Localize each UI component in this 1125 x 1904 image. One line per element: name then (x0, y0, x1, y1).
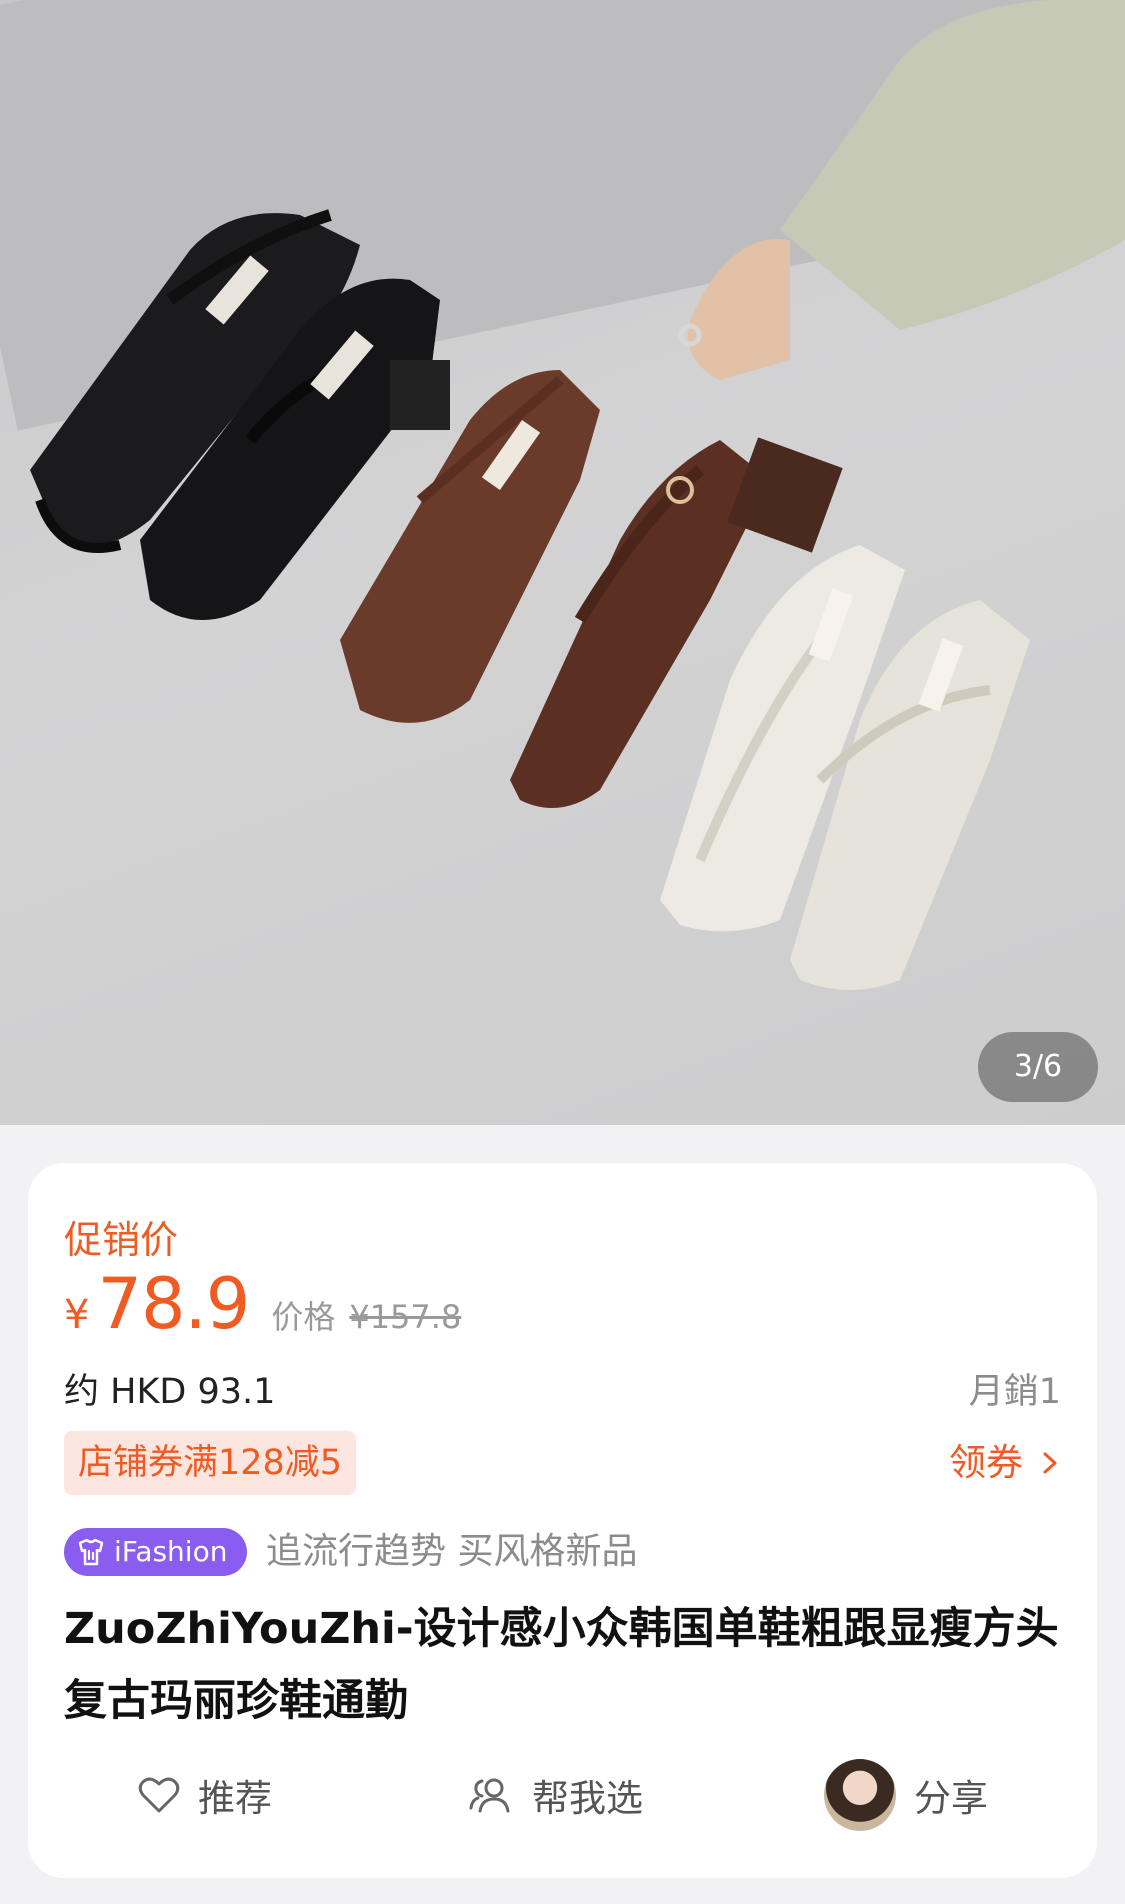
image-counter: 3/6 (978, 1032, 1098, 1102)
chevron-right-icon (1043, 1452, 1057, 1474)
currency-symbol: ¥ (64, 1292, 90, 1338)
converted-price: 约 HKD 93.1 (64, 1372, 276, 1412)
product-image[interactable]: 3/6 (0, 0, 1125, 1125)
original-price: ¥157.8 (349, 1298, 462, 1336)
current-price: 78.9 (97, 1263, 250, 1345)
people-icon (469, 1778, 510, 1813)
heart-icon (138, 1777, 180, 1813)
recommend-button[interactable]: 推荐 (138, 1745, 272, 1845)
ifashion-badge[interactable]: iFashion (64, 1528, 248, 1576)
store-coupon-tag: 店铺券满128减5 (64, 1431, 357, 1495)
original-price-label: 价格 (271, 1298, 336, 1336)
help-choose-button[interactable]: 帮我选 (468, 1745, 643, 1845)
action-bar: 推荐 帮我选 分享 (28, 1745, 1097, 1845)
price-row: ¥ 78.9 价格 ¥157.8 (64, 1263, 461, 1353)
share-label: 分享 (914, 1777, 988, 1820)
ifashion-label: iFashion (114, 1535, 228, 1568)
sleeve-and-hand (678, 0, 1125, 380)
get-coupon-button[interactable]: 领券 (949, 1431, 1061, 1495)
user-avatar (824, 1759, 896, 1831)
shoe-illustration (30, 0, 1125, 990)
product-info-card: 促销价 ¥ 78.9 价格 ¥157.8 约 HKD 93.1 月銷1 店铺券满… (28, 1163, 1097, 1878)
share-button[interactable]: 分享 (824, 1745, 988, 1845)
ifashion-logo-icon (78, 1538, 104, 1566)
ifashion-slogan: 追流行趋势 买风格新品 (266, 1531, 638, 1572)
recommend-label: 推荐 (198, 1777, 272, 1820)
promo-price-label: 促销价 (64, 1218, 179, 1262)
monthly-sales: 月銷1 (968, 1372, 1061, 1412)
get-coupon-label: 领券 (949, 1441, 1023, 1484)
help-choose-label: 帮我选 (532, 1777, 643, 1820)
product-title: ZuoZhiYouZhi-设计感小众韩国单鞋粗跟显瘦方头复古玛丽珍鞋通勤 (64, 1604, 1059, 1726)
